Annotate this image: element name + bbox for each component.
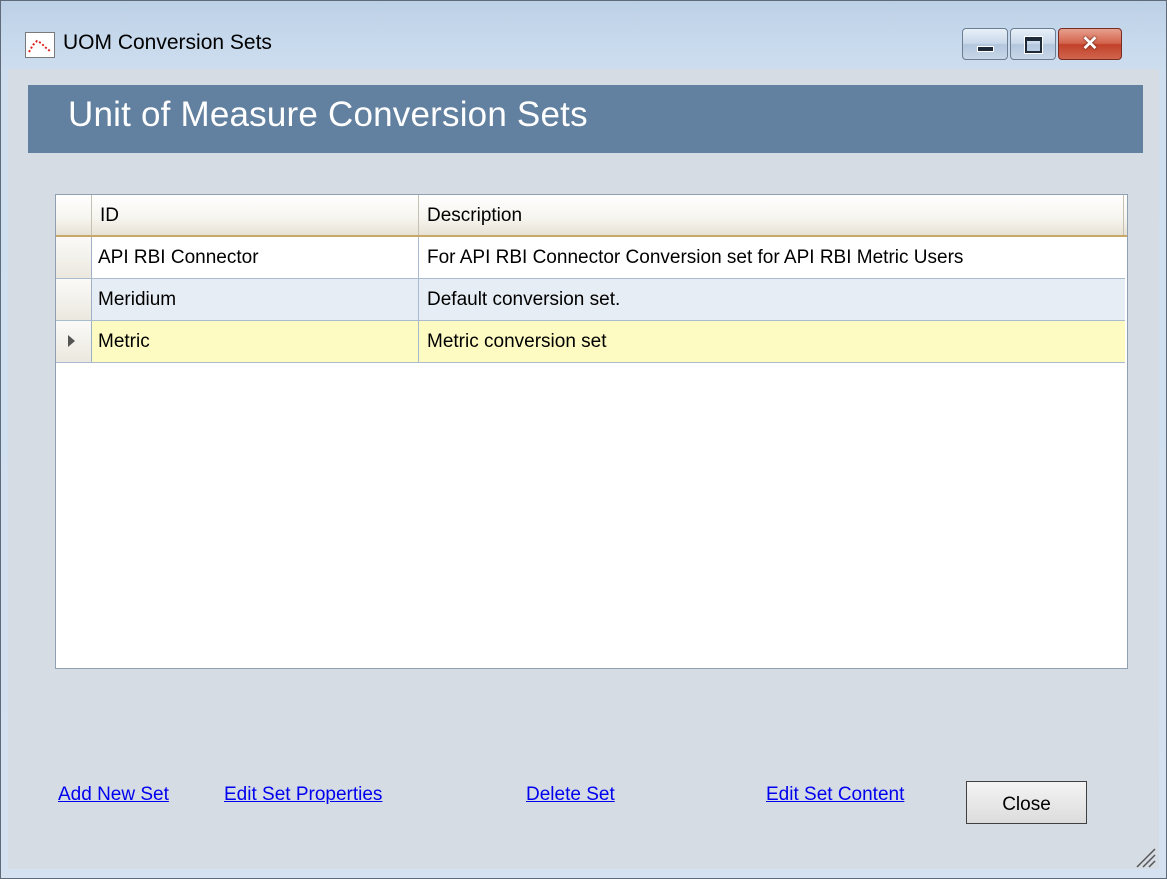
row-selector[interactable] bbox=[56, 279, 92, 320]
row-selector[interactable] bbox=[56, 237, 92, 278]
maximize-button[interactable] bbox=[1010, 28, 1056, 60]
row-selector[interactable] bbox=[56, 321, 92, 362]
maximize-icon bbox=[1025, 37, 1042, 53]
window-title: UOM Conversion Sets bbox=[63, 31, 272, 54]
app-icon bbox=[25, 32, 55, 58]
minimize-icon bbox=[977, 46, 994, 52]
table-row[interactable]: API RBI Connector For API RBI Connector … bbox=[56, 237, 1125, 279]
grid-header: ID Description bbox=[56, 195, 1127, 237]
current-row-arrow-icon bbox=[68, 335, 75, 347]
minimize-button[interactable] bbox=[962, 28, 1008, 60]
uom-conversion-sets-window: UOM Conversion Sets ✕ Unit of Measure Co… bbox=[0, 0, 1167, 879]
edit-set-properties-link[interactable]: Edit Set Properties bbox=[224, 784, 382, 806]
add-new-set-link[interactable]: Add New Set bbox=[58, 784, 169, 806]
table-row[interactable]: Meridium Default conversion set. bbox=[56, 279, 1125, 321]
cell-description[interactable]: For API RBI Connector Conversion set for… bbox=[419, 237, 1125, 278]
close-icon: ✕ bbox=[1081, 33, 1099, 55]
cell-id[interactable]: Meridium bbox=[92, 279, 419, 320]
page-title: Unit of Measure Conversion Sets bbox=[68, 95, 588, 134]
close-window-button[interactable]: ✕ bbox=[1058, 28, 1122, 60]
cell-id[interactable]: Metric bbox=[92, 321, 419, 362]
cell-description[interactable]: Default conversion set. bbox=[419, 279, 1125, 320]
column-header-description[interactable]: Description bbox=[419, 195, 1124, 235]
resize-grip-icon[interactable] bbox=[1131, 841, 1157, 869]
conversion-sets-grid[interactable]: ID Description API RBI Connector For API… bbox=[55, 194, 1128, 669]
cell-id[interactable]: API RBI Connector bbox=[92, 237, 419, 278]
row-selector-header bbox=[56, 195, 92, 235]
column-header-id[interactable]: ID bbox=[92, 195, 419, 235]
cell-description[interactable]: Metric conversion set bbox=[419, 321, 1125, 362]
header-banner: Unit of Measure Conversion Sets bbox=[28, 85, 1143, 153]
edit-set-content-link[interactable]: Edit Set Content bbox=[766, 784, 904, 806]
table-row-selected[interactable]: Metric Metric conversion set bbox=[56, 321, 1125, 363]
close-button[interactable]: Close bbox=[966, 781, 1087, 824]
delete-set-link[interactable]: Delete Set bbox=[526, 784, 615, 806]
